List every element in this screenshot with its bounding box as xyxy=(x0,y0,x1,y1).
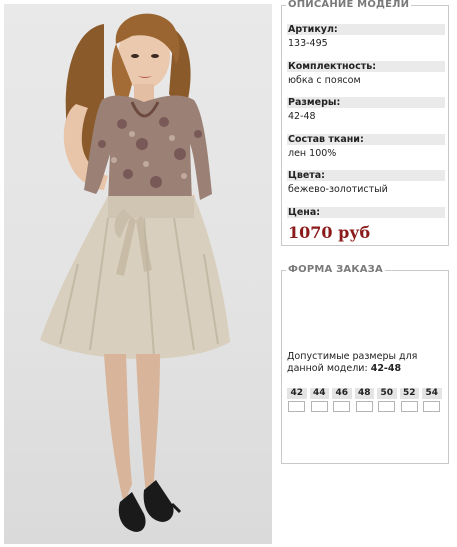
product-photo xyxy=(4,4,272,544)
fabric-label: Состав ткани: xyxy=(287,134,445,145)
size-input-46[interactable] xyxy=(333,401,351,412)
size-label-54: 54 xyxy=(422,388,442,399)
allowed-sizes-range: 42-48 xyxy=(370,363,402,374)
set-value: юбка с поясом xyxy=(288,75,361,86)
description-legend: ОПИСАНИЕ МОДЕЛИ xyxy=(286,0,412,11)
size-input-48[interactable] xyxy=(355,401,373,412)
size-input-44[interactable] xyxy=(310,401,328,412)
order-form-panel: ФОРМА ЗАКАЗА Допустимые размеры для данн… xyxy=(281,264,449,464)
model-illustration xyxy=(40,13,230,532)
size-input-52[interactable] xyxy=(400,401,418,412)
size-label-46: 46 xyxy=(332,388,352,399)
order-legend: ФОРМА ЗАКАЗА xyxy=(286,264,385,276)
price-label: Цена: xyxy=(287,207,445,218)
size-column-48: 48 xyxy=(354,388,374,412)
allowed-sizes-note: Допустимые размеры для данной модели: 42… xyxy=(287,351,447,375)
size-input-50[interactable] xyxy=(378,401,396,412)
size-input-54[interactable] xyxy=(423,401,441,412)
size-label-48: 48 xyxy=(354,388,374,399)
fabric-value: лен 100% xyxy=(288,148,337,159)
size-label-44: 44 xyxy=(309,388,329,399)
size-column-54: 54 xyxy=(422,388,442,412)
size-label-52: 52 xyxy=(399,388,419,399)
size-column-44: 44 xyxy=(309,388,329,412)
size-input-42[interactable] xyxy=(288,401,306,412)
colors-value: бежево-золотистый xyxy=(288,184,388,195)
size-quantity-grid: 42 44 46 48 50 52 54 xyxy=(287,388,442,412)
size-label-42: 42 xyxy=(287,388,307,399)
size-column-46: 46 xyxy=(332,388,352,412)
size-label-50: 50 xyxy=(377,388,397,399)
colors-label: Цвета: xyxy=(287,170,445,181)
size-column-52: 52 xyxy=(399,388,419,412)
size-column-50: 50 xyxy=(377,388,397,412)
price-value: 1070 руб xyxy=(288,223,371,242)
article-label: Артикул: xyxy=(287,24,445,35)
size-column-42: 42 xyxy=(287,388,307,412)
set-label: Комплектность: xyxy=(287,61,445,72)
sizes-value: 42-48 xyxy=(288,111,316,122)
sizes-label: Размеры: xyxy=(287,97,445,108)
article-value: 133-495 xyxy=(288,38,328,49)
model-description-panel: ОПИСАНИЕ МОДЕЛИ Артикул: 133-495 Комплек… xyxy=(281,0,449,246)
